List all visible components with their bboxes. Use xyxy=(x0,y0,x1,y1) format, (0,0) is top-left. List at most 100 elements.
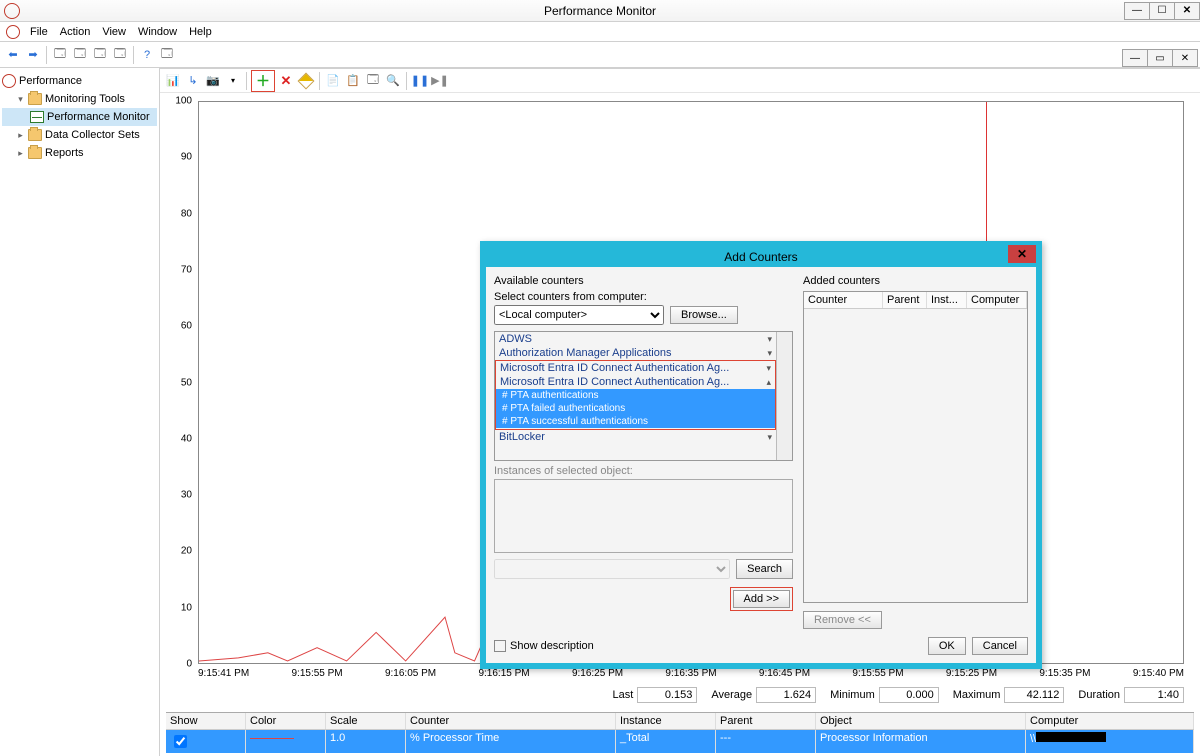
col-counter[interactable]: Counter xyxy=(406,713,616,729)
cancel-button[interactable]: Cancel xyxy=(972,637,1028,655)
added-label: Added counters xyxy=(803,275,1028,287)
last-value: 0.153 xyxy=(637,687,697,703)
toolbar-icon-2[interactable]: 🗔 xyxy=(71,46,89,64)
paste-icon[interactable]: 📋 xyxy=(344,72,362,90)
cat-entra-1[interactable]: Microsoft Entra ID Connect Authenticatio… xyxy=(496,361,775,375)
tree-reports[interactable]: ▸ Reports xyxy=(2,144,157,162)
remove-button[interactable]: Remove << xyxy=(803,611,882,629)
col-object[interactable]: Object xyxy=(816,713,1026,729)
menu-help[interactable]: Help xyxy=(183,24,218,40)
step-icon[interactable]: ▶❚ xyxy=(431,72,449,90)
expand-icon[interactable]: ▸ xyxy=(16,145,25,161)
camera-icon[interactable]: 📷 xyxy=(204,72,222,90)
color-swatch xyxy=(250,738,294,739)
toolbar-icon-1[interactable]: 🗔 xyxy=(51,46,69,64)
added-col-computer[interactable]: Computer xyxy=(967,292,1027,308)
folder-icon xyxy=(28,93,42,105)
col-show[interactable]: Show xyxy=(166,713,246,729)
pause-icon[interactable]: ❚❚ xyxy=(411,72,429,90)
menu-window[interactable]: Window xyxy=(132,24,183,40)
added-col-inst[interactable]: Inst... xyxy=(927,292,967,308)
add-button[interactable]: Add >> xyxy=(733,590,790,608)
tree-monitoring-tools[interactable]: ▾ Monitoring Tools xyxy=(2,90,157,108)
last-label: Last xyxy=(613,689,634,701)
chart-toolbar: 📊 ↳ 📷 ▾ ＋ ✕ 📄 📋 🗔 🔍 ❚❚ ▶❚ xyxy=(160,69,1200,93)
arrow-icon[interactable]: ↳ xyxy=(184,72,202,90)
counter-pta-success[interactable]: # PTA successful authentications xyxy=(496,415,775,428)
window-title: Performance Monitor xyxy=(544,4,656,18)
legend-row[interactable]: 1.0 % Processor Time _Total --- Processo… xyxy=(166,730,1194,753)
legend-table: Show Color Scale Counter Instance Parent… xyxy=(166,712,1194,752)
search-button[interactable]: Search xyxy=(736,559,793,579)
cat-bitlocker[interactable]: BitLocker▾ xyxy=(495,430,776,444)
y-tick: 0 xyxy=(166,659,192,670)
x-tick: 9:15:40 PM xyxy=(1133,668,1184,682)
cell-parent: --- xyxy=(716,730,816,753)
help-icon[interactable]: ? xyxy=(138,46,156,64)
expand-icon[interactable]: ▾ xyxy=(16,91,25,107)
max-label: Maximum xyxy=(953,689,1001,701)
copy-icon[interactable]: 📄 xyxy=(324,72,342,90)
expand-icon[interactable]: ▸ xyxy=(16,127,25,143)
zoom-icon[interactable]: 🔍 xyxy=(384,72,402,90)
performance-icon xyxy=(2,74,16,88)
cell-scale: 1.0 xyxy=(326,730,406,753)
instance-search-input[interactable] xyxy=(494,559,730,579)
added-col-counter[interactable]: Counter xyxy=(804,292,883,308)
added-col-parent[interactable]: Parent xyxy=(883,292,927,308)
y-tick: 50 xyxy=(166,377,192,388)
menu-view[interactable]: View xyxy=(96,24,132,40)
forward-icon[interactable]: ➡ xyxy=(24,46,42,64)
back-icon[interactable]: ⬅ xyxy=(4,46,22,64)
col-scale[interactable]: Scale xyxy=(326,713,406,729)
col-instance[interactable]: Instance xyxy=(616,713,716,729)
show-checkbox[interactable] xyxy=(174,735,187,748)
tree-data-collector-sets[interactable]: ▸ Data Collector Sets xyxy=(2,126,157,144)
show-description-checkbox[interactable] xyxy=(494,640,506,652)
counter-pta-auth[interactable]: # PTA authentications xyxy=(496,389,775,402)
pane-close-button[interactable]: ✕ xyxy=(1172,49,1198,67)
show-description-label: Show description xyxy=(510,640,594,652)
y-tick: 30 xyxy=(166,490,192,501)
cat-entra-2[interactable]: Microsoft Entra ID Connect Authenticatio… xyxy=(496,375,775,389)
dialog-titlebar[interactable]: Add Counters ✕ xyxy=(486,247,1036,267)
ok-button[interactable]: OK xyxy=(928,637,966,655)
counter-pta-failed[interactable]: # PTA failed authentications xyxy=(496,402,775,415)
added-counters-table[interactable]: Counter Parent Inst... Computer xyxy=(803,291,1028,603)
add-counter-icon[interactable]: ＋ xyxy=(254,72,272,90)
pane-minimize-button[interactable]: — xyxy=(1122,49,1148,67)
app-toolbar: ⬅ ➡ 🗔 🗔 🗔 🗔 ? 🗔 xyxy=(0,42,1200,68)
view-type-icon[interactable]: 📊 xyxy=(164,72,182,90)
counter-list[interactable]: ADWS▾ Authorization Manager Applications… xyxy=(494,331,793,461)
props-icon[interactable]: 🗔 xyxy=(364,72,382,90)
maximize-button[interactable]: ☐ xyxy=(1149,2,1175,20)
dur-label: Duration xyxy=(1078,689,1120,701)
cell-computer: \\ xyxy=(1026,730,1194,753)
menu-action[interactable]: Action xyxy=(54,24,97,40)
highlight-icon[interactable] xyxy=(297,72,315,90)
minimize-button[interactable]: — xyxy=(1124,2,1150,20)
computer-select[interactable]: <Local computer> xyxy=(494,305,664,325)
max-value: 42.112 xyxy=(1004,687,1064,703)
browse-button[interactable]: Browse... xyxy=(670,306,738,324)
cat-adws[interactable]: ADWS▾ xyxy=(495,332,776,346)
instances-list[interactable] xyxy=(494,479,793,553)
col-computer[interactable]: Computer xyxy=(1026,713,1194,729)
toolbar-icon-5[interactable]: 🗔 xyxy=(158,46,176,64)
cat-auth-manager[interactable]: Authorization Manager Applications▾ xyxy=(495,346,776,360)
nav-tree: Performance ▾ Monitoring Tools Performan… xyxy=(0,68,160,756)
close-button[interactable]: ✕ xyxy=(1174,2,1200,20)
col-parent[interactable]: Parent xyxy=(716,713,816,729)
x-tick: 9:16:05 PM xyxy=(385,668,436,682)
col-color[interactable]: Color xyxy=(246,713,326,729)
menu-file[interactable]: File xyxy=(24,24,54,40)
toolbar-icon-4[interactable]: 🗔 xyxy=(111,46,129,64)
scrollbar[interactable] xyxy=(776,332,792,460)
pane-restore-button[interactable]: ▭ xyxy=(1147,49,1173,67)
delete-counter-icon[interactable]: ✕ xyxy=(277,72,295,90)
toolbar-icon-3[interactable]: 🗔 xyxy=(91,46,109,64)
tree-root[interactable]: Performance xyxy=(2,72,157,90)
dropdown-icon[interactable]: ▾ xyxy=(224,72,242,90)
dialog-close-button[interactable]: ✕ xyxy=(1008,245,1036,263)
tree-performance-monitor[interactable]: Performance Monitor xyxy=(2,108,157,126)
